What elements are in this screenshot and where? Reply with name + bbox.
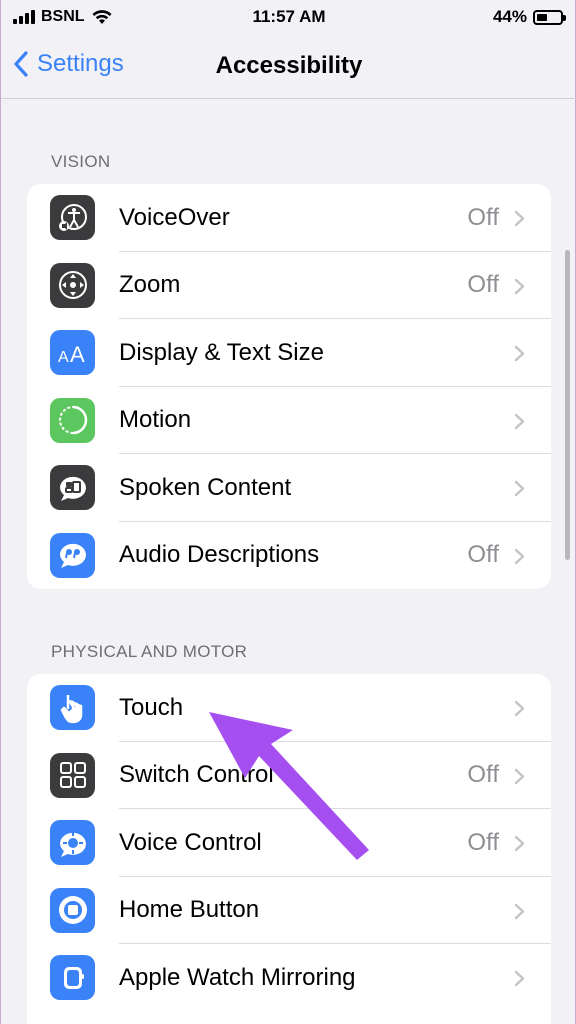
status-bar: BSNL 11:57 AM 44% [1, 0, 576, 34]
list-item-voiceover[interactable]: VoiceOver Off [27, 184, 551, 252]
page-title: Accessibility [215, 52, 363, 79]
battery-percent: 44% [492, 7, 527, 26]
list-item-spoken-content[interactable]: Spoken Content [27, 454, 551, 522]
battery-icon [533, 9, 566, 25]
list-item-label: Touch [119, 693, 184, 721]
list-item-label: Display & Text Size [119, 338, 324, 366]
watch-icon [50, 955, 95, 1001]
list-item-audio-descriptions[interactable]: Audio Descriptions Off [27, 522, 551, 590]
chevron-right-icon [514, 278, 525, 294]
chevron-right-icon [514, 700, 525, 717]
section-header-vision: VISION [51, 152, 111, 171]
list-item-value: Off [467, 828, 499, 856]
list-item-home-button[interactable]: Home Button [27, 877, 551, 944]
voiceover-icon [50, 195, 95, 241]
zoom-icon [50, 262, 95, 308]
list-item-value: Off [467, 761, 499, 789]
list-item-value: Off [467, 203, 499, 231]
motion-icon [50, 397, 95, 443]
group-vision: VoiceOver Off Zoom Off A A Display & Text Size… [27, 184, 551, 589]
chevron-right-icon [514, 480, 525, 497]
voice-control-icon [50, 820, 95, 866]
list-item-label: Home Button [119, 896, 260, 924]
list-item-motion[interactable]: Motion [27, 387, 551, 454]
list-item-label: Spoken Content [119, 473, 292, 501]
chevron-right-icon [514, 768, 525, 784]
switch-grid-icon [50, 752, 95, 798]
audio-description-icon [50, 532, 95, 578]
text-size-icon: AA [50, 330, 95, 376]
list-item-value: Off [467, 541, 499, 569]
status-left: BSNL [13, 8, 113, 26]
list-item-zoom[interactable]: Zoom Off [27, 252, 551, 319]
list-item-label: Apple Watch Mirroring [119, 963, 356, 991]
svg-text:A: A [58, 349, 69, 366]
wifi-icon [91, 9, 113, 25]
battery-fill [537, 13, 547, 21]
list-item-label: VoiceOver [119, 203, 230, 231]
list-item-display-and-text-size[interactable]: A A Display & Text Size [27, 319, 551, 387]
list-item-label: Zoom [119, 271, 181, 299]
chevron-right-icon [514, 210, 525, 227]
list-item-apple-watch-mirroring[interactable]: Apple Watch Mirroring [27, 944, 551, 1012]
hand-touch-icon [50, 685, 95, 731]
section-header-physical-motor: PHYSICAL AND MOTOR [51, 642, 248, 661]
navigation-bar: Settings Accessibility [1, 36, 576, 96]
status-right: 44% [492, 7, 566, 27]
chevron-right-icon [514, 835, 525, 852]
speech-bubble-icon [50, 465, 95, 511]
scrollbar[interactable] [565, 250, 570, 560]
chevron-right-icon [514, 345, 525, 362]
svg-text:A: A [70, 342, 85, 367]
chevron-right-icon [514, 413, 525, 429]
chevron-right-icon [514, 970, 525, 987]
home-button-icon [50, 887, 95, 933]
list-item-label: Audio Descriptions [119, 541, 320, 569]
nav-divider [1, 98, 576, 99]
chevron-right-icon [514, 548, 525, 564]
annotation-arrow-icon [209, 712, 369, 860]
carrier-name: BSNL [41, 8, 85, 25]
signal-icon [13, 10, 35, 24]
list-item-value: Off [467, 271, 499, 299]
chevron-right-icon [514, 903, 525, 919]
list-item-label: Motion [119, 406, 192, 434]
